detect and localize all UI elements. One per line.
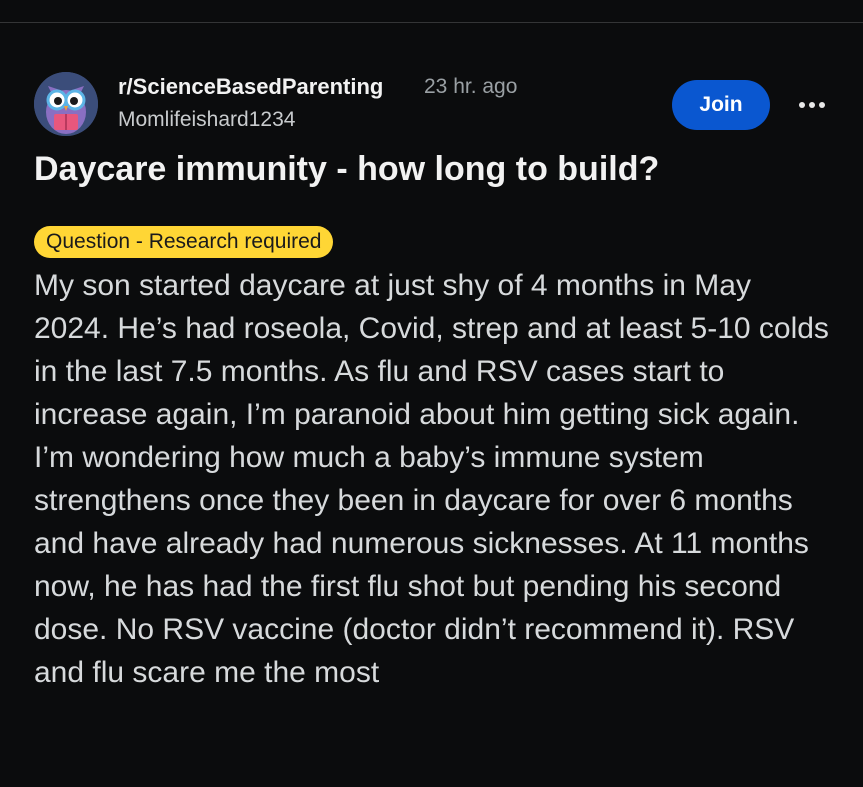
subreddit-avatar[interactable]: [34, 72, 98, 136]
owl-icon: [34, 72, 98, 136]
more-options-icon[interactable]: [792, 90, 832, 120]
post-body: My son started daycare at just shy of 4 …: [34, 269, 829, 689]
post-flair[interactable]: Question - Research required: [34, 226, 334, 258]
author-username[interactable]: Momlifeishard1234: [118, 108, 295, 132]
join-button[interactable]: Join: [672, 80, 770, 130]
post-title[interactable]: Daycare immunity - how long to build?: [34, 150, 659, 189]
subreddit-name[interactable]: r/ScienceBasedParenting: [118, 74, 383, 100]
post-timestamp: 23 hr. ago: [424, 75, 518, 98]
post-card: r/ScienceBasedParenting 23 hr. ago Momli…: [0, 0, 863, 787]
